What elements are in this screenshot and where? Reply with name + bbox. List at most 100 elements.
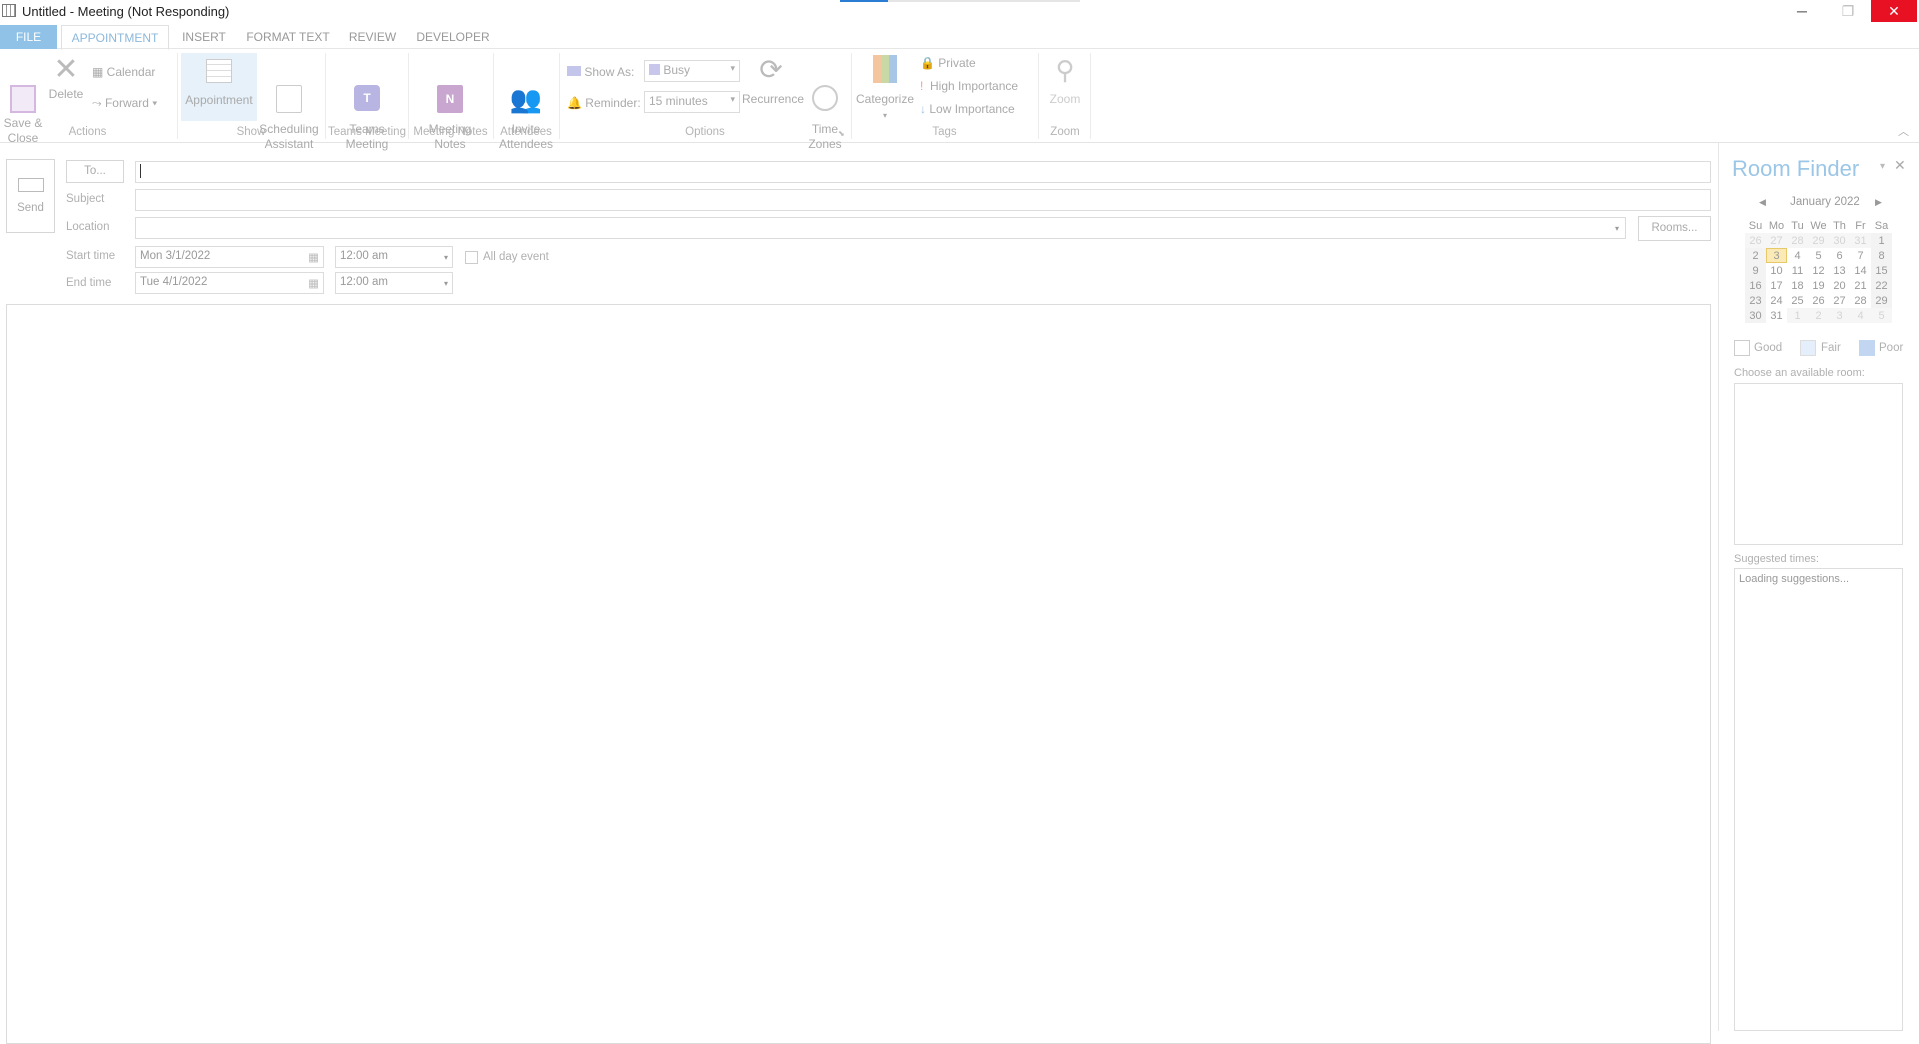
message-body[interactable] bbox=[6, 304, 1711, 1044]
calendar-icon: ▦ bbox=[92, 65, 107, 79]
calendar-day[interactable]: 4 bbox=[1787, 248, 1808, 263]
end-time-dropdown[interactable]: 12:00 am ▾ bbox=[335, 272, 453, 294]
weekday-header: Su bbox=[1748, 219, 1763, 232]
close-pane-icon[interactable]: ✕ bbox=[1894, 157, 1906, 174]
calendar-picker-icon[interactable]: ▦ bbox=[308, 276, 319, 290]
calendar-day[interactable]: 3 bbox=[1766, 248, 1787, 263]
calendar-day[interactable]: 29 bbox=[1871, 293, 1892, 308]
pane-options-icon[interactable]: ▾ bbox=[1880, 161, 1885, 172]
scheduling-icon bbox=[276, 85, 302, 113]
calendar-day[interactable]: 11 bbox=[1787, 263, 1808, 278]
calendar-day[interactable]: 17 bbox=[1766, 278, 1787, 293]
calendar-day[interactable]: 2 bbox=[1745, 248, 1766, 263]
calendar-day[interactable]: 3 bbox=[1829, 308, 1850, 323]
calendar-day[interactable]: 5 bbox=[1808, 248, 1829, 263]
calendar-day[interactable]: 7 bbox=[1850, 248, 1871, 263]
calendar-day[interactable]: 28 bbox=[1787, 233, 1808, 248]
calendar-day[interactable]: 26 bbox=[1808, 293, 1829, 308]
appointment-label: Appointment bbox=[185, 93, 253, 107]
busy-swatch-icon bbox=[649, 64, 660, 75]
calendar-day[interactable]: 12 bbox=[1808, 263, 1829, 278]
high-importance-button[interactable]: ! High Importance bbox=[920, 79, 1018, 94]
to-button[interactable]: To... bbox=[66, 160, 124, 183]
suggested-times-list[interactable]: Loading suggestions... bbox=[1734, 568, 1903, 1031]
appointment-button[interactable]: Appointment bbox=[181, 53, 257, 121]
recurrence-button[interactable]: ⟳ Recurrence bbox=[742, 54, 804, 107]
appointment-icon bbox=[206, 59, 232, 83]
calendar-day[interactable]: 20 bbox=[1829, 278, 1850, 293]
send-button[interactable]: Send bbox=[6, 159, 55, 233]
prev-month-icon[interactable]: ◀ bbox=[1759, 197, 1766, 208]
tab-insert[interactable]: INSERT bbox=[178, 25, 230, 49]
group-tags-label: Tags bbox=[932, 126, 957, 138]
save-close-icon bbox=[10, 85, 36, 113]
calendar-day[interactable]: 27 bbox=[1766, 233, 1787, 248]
next-month-icon[interactable]: ▶ bbox=[1875, 197, 1882, 208]
to-input[interactable] bbox=[135, 161, 1711, 183]
calendar-day[interactable]: 5 bbox=[1871, 308, 1892, 323]
subject-input[interactable] bbox=[135, 189, 1711, 211]
room-list[interactable] bbox=[1734, 383, 1903, 545]
reminder-dropdown[interactable]: 15 minutes ▾ bbox=[644, 91, 740, 113]
all-day-checkbox[interactable] bbox=[465, 251, 478, 264]
tab-review[interactable]: REVIEW bbox=[345, 25, 400, 49]
calendar-day[interactable]: 4 bbox=[1850, 308, 1871, 323]
restore-button[interactable]: ❐ bbox=[1825, 0, 1871, 22]
calendar-day[interactable]: 18 bbox=[1787, 278, 1808, 293]
start-time-dropdown[interactable]: 12:00 am ▾ bbox=[335, 246, 453, 268]
delete-button[interactable]: ✕ Delete bbox=[46, 53, 86, 102]
calendar-day[interactable]: 24 bbox=[1766, 293, 1787, 308]
calendar-day[interactable]: 30 bbox=[1829, 233, 1850, 248]
collapse-ribbon-icon[interactable]: ︿ bbox=[1898, 123, 1909, 139]
rooms-button[interactable]: Rooms... bbox=[1638, 216, 1711, 241]
all-day-label: All day event bbox=[483, 251, 549, 263]
calendar-day[interactable]: 19 bbox=[1808, 278, 1829, 293]
calendar-day[interactable]: 1 bbox=[1787, 308, 1808, 323]
calendar-day[interactable]: 28 bbox=[1850, 293, 1871, 308]
tab-format-text[interactable]: FORMAT TEXT bbox=[243, 25, 333, 49]
calendar-day[interactable]: 8 bbox=[1871, 248, 1892, 263]
close-button[interactable]: ✕ bbox=[1871, 0, 1917, 22]
chevron-down-icon: ▾ bbox=[443, 279, 448, 288]
minimize-button[interactable]: ─ bbox=[1779, 0, 1825, 22]
calendar-day[interactable]: 2 bbox=[1808, 308, 1829, 323]
tab-file[interactable]: FILE bbox=[0, 25, 57, 49]
calendar-day[interactable]: 22 bbox=[1871, 278, 1892, 293]
dialog-launcher-icon[interactable]: ⬊ bbox=[838, 129, 845, 138]
calendar-day[interactable]: 30 bbox=[1745, 308, 1766, 323]
low-importance-button[interactable]: ↓ Low Importance bbox=[920, 102, 1015, 117]
calendar-day[interactable]: 15 bbox=[1871, 263, 1892, 278]
calendar-day[interactable]: 27 bbox=[1829, 293, 1850, 308]
end-date-input[interactable]: Tue 4/1/2022 ▦ bbox=[135, 272, 324, 294]
calendar-day[interactable]: 14 bbox=[1850, 263, 1871, 278]
calendar-day[interactable]: 29 bbox=[1808, 233, 1829, 248]
calendar-button[interactable]: ▦ Calendar bbox=[92, 65, 155, 80]
show-as-dropdown[interactable]: Busy ▾ bbox=[644, 60, 740, 82]
calendar-day[interactable]: 31 bbox=[1766, 308, 1787, 323]
forward-button[interactable]: ⤳ Forward ▾ bbox=[92, 96, 157, 111]
calendar-day[interactable]: 16 bbox=[1745, 278, 1766, 293]
calendar-day[interactable]: 26 bbox=[1745, 233, 1766, 248]
tab-appointment[interactable]: APPOINTMENT bbox=[61, 25, 169, 50]
recurrence-icon: ⟳ bbox=[759, 54, 783, 85]
categorize-button[interactable]: Categorize ▾ bbox=[854, 55, 916, 123]
calendar-picker-icon[interactable]: ▦ bbox=[308, 250, 319, 264]
calendar-day[interactable]: 31 bbox=[1850, 233, 1871, 248]
calendar-day[interactable]: 6 bbox=[1829, 248, 1850, 263]
private-button[interactable]: 🔒 Private bbox=[920, 56, 976, 71]
zoom-button[interactable]: ⚲ Zoom bbox=[1042, 55, 1088, 107]
calendar-day[interactable]: 25 bbox=[1787, 293, 1808, 308]
calendar-day[interactable]: 10 bbox=[1766, 263, 1787, 278]
mini-calendar: Su Mo Tu We Th Fr Sa 26 27 28 29 30 31 1 2 3 4 5 6 7 8 9 10 11… bbox=[1745, 218, 1892, 323]
weekday-header: Mo bbox=[1768, 219, 1785, 232]
start-date-input[interactable]: Mon 3/1/2022 ▦ bbox=[135, 246, 324, 268]
calendar-day[interactable]: 13 bbox=[1829, 263, 1850, 278]
calendar-day[interactable]: 1 bbox=[1871, 233, 1892, 248]
calendar-day[interactable]: 21 bbox=[1850, 278, 1871, 293]
forward-label: Forward bbox=[104, 96, 149, 110]
calendar-day[interactable]: 23 bbox=[1745, 293, 1766, 308]
tab-developer[interactable]: DEVELOPER bbox=[412, 25, 494, 49]
calendar-day[interactable]: 9 bbox=[1745, 263, 1766, 278]
location-input[interactable]: ▾ bbox=[135, 217, 1626, 239]
end-time-label: End time bbox=[66, 277, 112, 289]
